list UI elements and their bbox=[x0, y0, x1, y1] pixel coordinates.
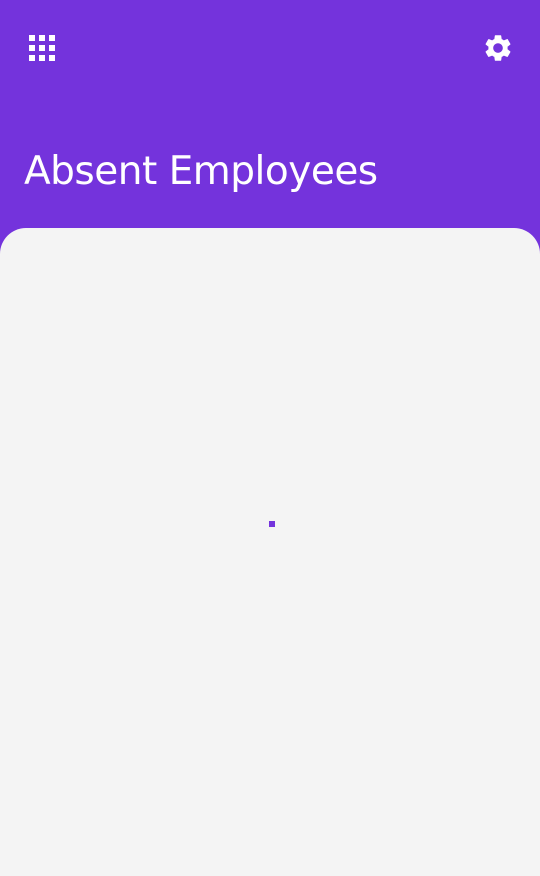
top-app-bar bbox=[0, 0, 540, 96]
settings-button[interactable] bbox=[476, 26, 520, 70]
gear-icon bbox=[485, 35, 511, 61]
content-panel bbox=[0, 228, 540, 876]
loading-spinner bbox=[269, 521, 275, 527]
apps-menu-button[interactable] bbox=[22, 28, 62, 68]
page-title: Absent Employees bbox=[24, 149, 378, 194]
app-screen: Absent Employees bbox=[0, 0, 540, 876]
apps-grid-icon bbox=[29, 35, 55, 61]
